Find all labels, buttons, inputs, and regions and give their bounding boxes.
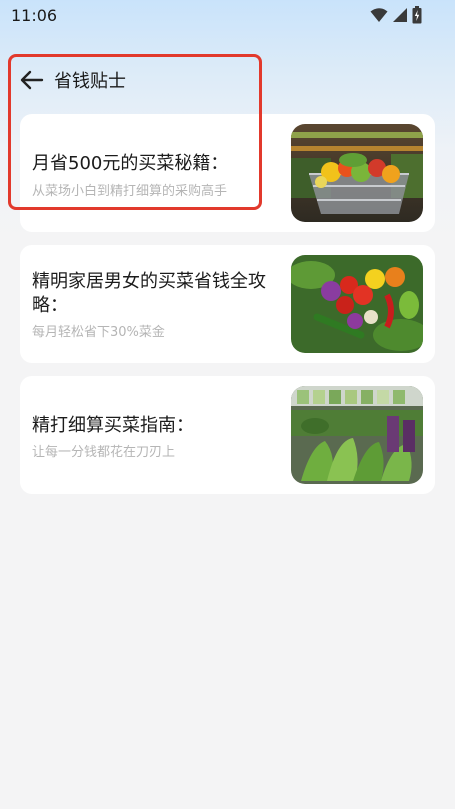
article-title: 月省500元的买菜秘籍： [32, 153, 229, 174]
wifi-icon [370, 7, 388, 23]
article-subtitle: 让每一分钱都花在刀刃上 [32, 445, 176, 460]
signal-icon [392, 7, 408, 23]
article-thumbnail [291, 124, 423, 222]
back-arrow-icon [18, 70, 48, 98]
article-card-3[interactable]: 精打细算买菜指南： 让每一分钱都花在刀刃上 [20, 376, 435, 494]
battery-icon [412, 6, 422, 24]
status-bar: 11:06 [0, 0, 455, 32]
header: 省钱贴士 [0, 58, 455, 102]
article-subtitle: 从菜场小白到精打细算的采购高手 [32, 184, 228, 199]
article-subtitle: 每月轻松省下30%菜金 [32, 325, 165, 340]
article-thumbnail [291, 386, 423, 484]
article-card-1[interactable]: 月省500元的买菜秘籍： 从菜场小白到精打细算的采购高手 [20, 114, 435, 232]
status-icons [370, 6, 422, 24]
status-time: 11:06 [11, 6, 58, 25]
article-thumbnail [291, 255, 423, 353]
back-button[interactable] [18, 66, 48, 94]
article-card-2[interactable]: 精明家居男女的买菜省钱全攻略： 每月轻松省下30%菜金 [20, 245, 435, 363]
article-title: 精明家居男女的买菜省钱全攻略： [32, 271, 266, 316]
page-title: 省钱贴士 [54, 71, 126, 92]
article-title: 精打细算买菜指南： [32, 415, 194, 436]
